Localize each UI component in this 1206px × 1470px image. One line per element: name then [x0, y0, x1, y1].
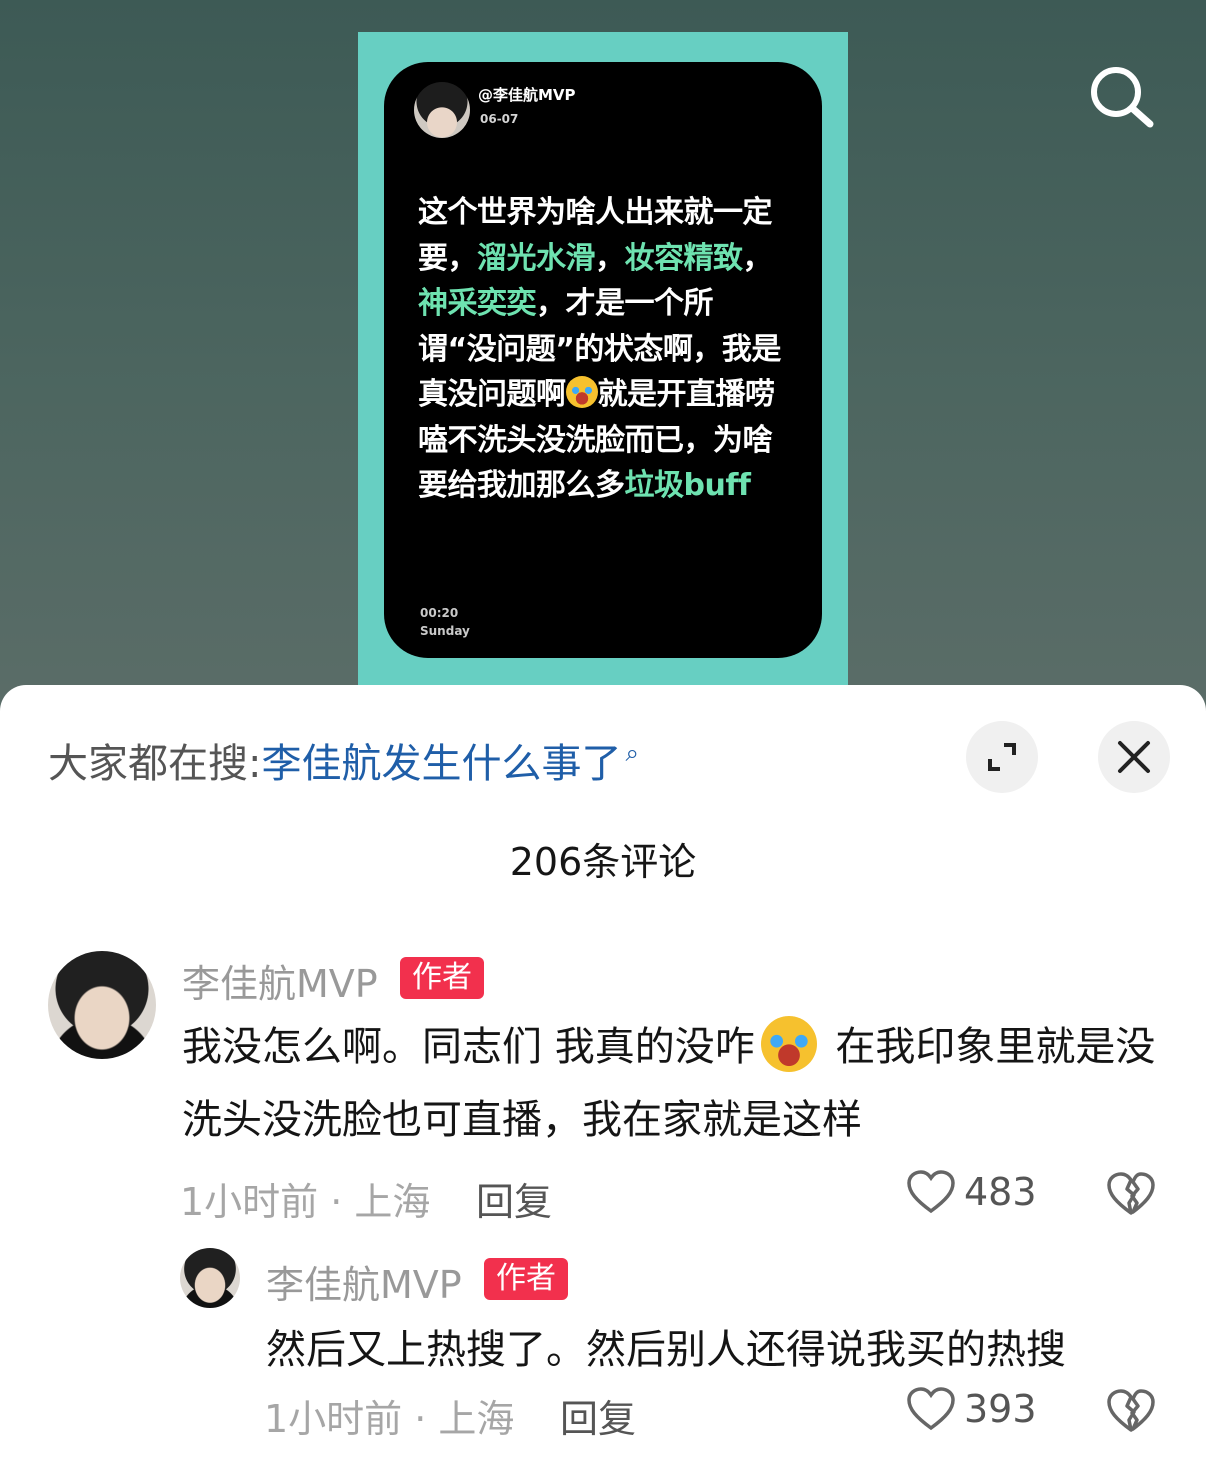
- like-button[interactable]: 393: [906, 1386, 1037, 1432]
- comment-meta: 1小时前 · 上海: [264, 1397, 515, 1441]
- comment-nickname[interactable]: 李佳航MVP: [182, 953, 378, 1008]
- trending-term[interactable]: 李佳航发生什么事了: [261, 741, 621, 787]
- like-count: 483: [964, 1170, 1037, 1214]
- video-poster: @李佳航MVP 06-07 这个世界为啥人出来就一定要，溜光水滑，妆容精致，神采…: [358, 32, 848, 692]
- like-count: 393: [964, 1387, 1037, 1431]
- broken-heart-icon[interactable]: [1106, 1388, 1156, 1434]
- expand-button[interactable]: [966, 721, 1038, 793]
- trending-prefix: 大家都在搜:: [48, 741, 262, 787]
- card-text-segment: ，: [595, 240, 625, 276]
- card-timestamp: 00:20 Sunday: [420, 604, 470, 640]
- comment-text: 然后又上热搜了。然后别人还得说我买的热搜: [266, 1327, 1066, 1373]
- comment-nickname[interactable]: 李佳航MVP: [266, 1254, 462, 1309]
- card-text-segment: ，: [742, 240, 773, 276]
- avatar[interactable]: [180, 1248, 240, 1308]
- expand-icon: [988, 743, 1016, 771]
- card-avatar: [414, 82, 470, 138]
- comment-item: 李佳航MVP 作者 我没怎么啊。同志们 我真的没咋 在我印象里就是没洗头没洗脸也…: [0, 951, 1206, 1241]
- author-badge: 作者: [400, 957, 484, 999]
- comment-count: 206条评论: [509, 840, 697, 884]
- card-day: Sunday: [420, 624, 470, 638]
- search-icon[interactable]: [1086, 62, 1158, 134]
- comment-sheet: 大家都在搜:李佳航发生什么事了 ⌕ 206条评论 李佳航MVP 作者 我没怎么啊。…: [0, 685, 1206, 1470]
- crying-laugh-emoji-icon: [565, 376, 598, 408]
- heart-icon: [907, 1170, 955, 1214]
- heart-icon: [907, 1387, 955, 1431]
- comment-meta: 1小时前 · 上海: [180, 1180, 431, 1224]
- trending-search[interactable]: 大家都在搜:李佳航发生什么事了 ⌕: [48, 731, 639, 789]
- card-time: 00:20: [420, 606, 459, 620]
- close-button[interactable]: [1098, 721, 1170, 793]
- card-text-highlight: 溜光水滑: [477, 240, 596, 276]
- card-username: @李佳航MVP: [478, 86, 576, 104]
- card-text-highlight: 垃圾buff: [624, 468, 751, 503]
- comment-text: 我没怎么啊。同志们 我真的没咋 在我印象里就是没洗头没洗脸也可直播，我在家就是这…: [182, 1011, 1172, 1157]
- crying-laugh-emoji-icon: [760, 1016, 817, 1072]
- card-text-highlight: 神采奕奕: [418, 286, 537, 321]
- reply-button[interactable]: 回复: [476, 1171, 552, 1226]
- post-card: @李佳航MVP 06-07 这个世界为啥人出来就一定要，溜光水滑，妆容精致，神采…: [384, 62, 822, 658]
- comment-item: 李佳航MVP 作者 然后又上热搜了。然后别人还得说我买的热搜 1小时前 · 上海…: [0, 1248, 1206, 1470]
- card-text-highlight: 妆容精致: [624, 240, 744, 276]
- avatar[interactable]: [48, 951, 156, 1059]
- like-button[interactable]: 483: [906, 1169, 1037, 1215]
- author-badge: 作者: [484, 1258, 568, 1300]
- broken-heart-icon[interactable]: [1106, 1171, 1156, 1217]
- card-date: 06-07: [480, 112, 519, 126]
- small-search-icon: ⌕: [625, 739, 639, 767]
- comment-text-part: 我没怎么啊。同志们 我真的没咋: [182, 1024, 755, 1070]
- reply-button[interactable]: 回复: [560, 1388, 636, 1443]
- close-icon: [1118, 741, 1150, 773]
- video-player[interactable]: @李佳航MVP 06-07 这个世界为啥人出来就一定要，溜光水滑，妆容精致，神采…: [0, 0, 1206, 720]
- card-text: 这个世界为啥人出来就一定要，溜光水滑，妆容精致，神采奕奕，才是一个所谓“没问题”…: [418, 190, 790, 509]
